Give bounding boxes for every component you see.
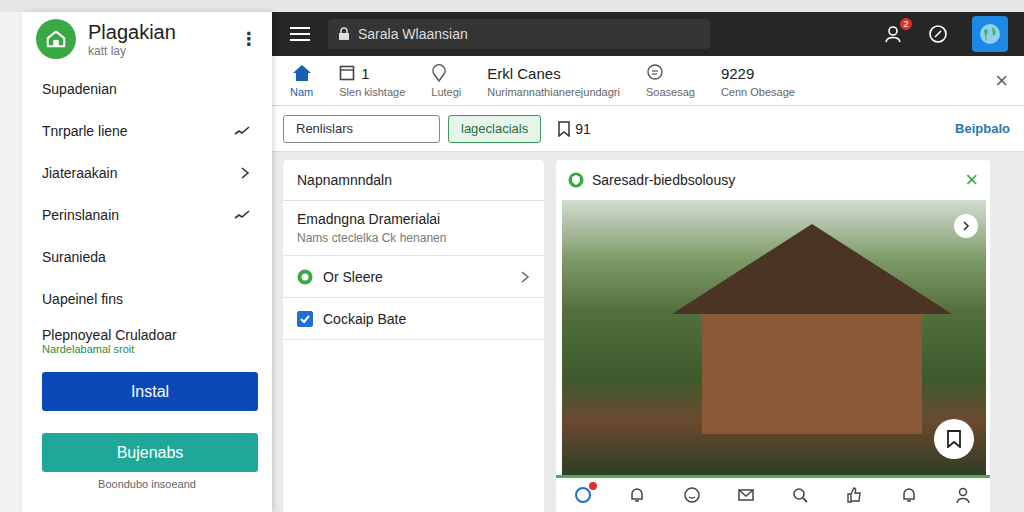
nav-value: 9229 — [721, 65, 754, 82]
search-icon[interactable] — [791, 486, 809, 504]
sidebar-item-label: Supadenian — [42, 81, 117, 97]
sidebar-header: Plagakiankatt lay ⋮ — [22, 12, 272, 64]
pin-icon — [431, 64, 447, 82]
sidebar-menu: Supadenian Tnrparle liene Jiateraakain Peri… — [22, 68, 272, 362]
nav-label: Lutegi — [431, 86, 461, 98]
home-icon — [292, 64, 312, 82]
app-screen: Plagakiankatt lay ⋮ Supadenian Tnrparle lie… — [0, 0, 1024, 512]
save-button[interactable] — [934, 419, 974, 459]
chevron-right-icon — [961, 220, 971, 232]
trend-icon — [234, 209, 250, 221]
mail-icon[interactable] — [737, 486, 755, 504]
top-bar: Sarala Wlaansian 2 — [272, 12, 1024, 56]
nav-item[interactable]: Soasesag — [646, 63, 695, 98]
bell2-icon[interactable] — [900, 486, 918, 504]
green-radio-icon — [297, 269, 313, 285]
nav-item[interactable]: 1 Slen kishtage — [339, 63, 405, 98]
house-logo-icon[interactable] — [36, 19, 76, 59]
sidebar-button[interactable]: Bujenabs — [42, 433, 258, 472]
shield-icon — [568, 172, 584, 188]
chat-icon — [646, 64, 664, 82]
compass-icon[interactable] — [928, 24, 948, 44]
nav-label: Cenn Obesage — [721, 86, 795, 98]
list-row[interactable]: Cockaip Bate — [283, 298, 544, 340]
hamburger-menu-icon[interactable] — [290, 26, 310, 42]
list-row[interactable]: Or Sleere — [283, 256, 544, 298]
sidebar-item-label: Perinslanain — [42, 207, 119, 223]
chevron-right-icon — [240, 166, 250, 180]
bookmark-count[interactable]: 91 — [557, 121, 591, 137]
filter-chip[interactable]: Renlislars — [283, 115, 440, 143]
close-button[interactable]: × — [965, 167, 978, 193]
list-card-title: Napnamnndaln — [283, 160, 544, 201]
sidebar-item-label: Plepnoyeal Cruladoar — [42, 327, 177, 343]
sidebar-button[interactable]: Instal — [42, 372, 258, 411]
notification-badge: 2 — [900, 18, 912, 30]
nav-label: Soasesag — [646, 86, 695, 98]
sidebar-item[interactable]: Tnrparle liene — [42, 110, 250, 152]
nav-item[interactable]: Lutegi — [431, 63, 461, 98]
sidebar-item-label: Tnrparle liene — [42, 123, 128, 139]
avatar-button[interactable] — [972, 16, 1008, 52]
house-icon — [45, 28, 67, 50]
nav-item[interactable]: Nam — [290, 63, 313, 98]
sidebar-item-label: Uapeinel fins — [42, 291, 123, 307]
nav-value: Erkl Canes — [487, 65, 560, 82]
list-row[interactable]: Emadngna DramerialaiNams cteclelka Ck he… — [283, 201, 544, 256]
checkbox[interactable] — [297, 311, 313, 327]
photo-card: Saresadr-biedbsolousy× — [556, 160, 990, 512]
bookmark-icon — [557, 121, 571, 137]
thumb-icon[interactable] — [845, 486, 863, 504]
sidebar-item[interactable]: Uapeinel fins — [42, 278, 250, 320]
nav-label: Nurimannathianerejundagri — [487, 86, 620, 98]
sidebar-item-subtitle: Nardelabamal sroit — [42, 343, 177, 355]
more-menu-icon[interactable]: ⋮ — [240, 28, 258, 50]
sidebar-item[interactable]: Suranieda — [42, 236, 250, 278]
nav-value: 1 — [361, 65, 369, 82]
browser-strip — [0, 0, 1024, 12]
next-button[interactable] — [954, 214, 978, 238]
person-icon[interactable] — [954, 486, 972, 504]
main-area: Sarala Wlaansian 2 Nam 1 Slen kishtage Lutegi… — [272, 12, 1024, 512]
face-icon[interactable] — [683, 486, 701, 504]
sidebar-item[interactable]: Plepnoyeal CruladoarNardelabamal sroit — [42, 320, 250, 362]
trend-icon — [234, 125, 250, 137]
app-title: Plagakian — [88, 21, 176, 44]
house-photo — [562, 200, 986, 475]
header-link[interactable]: Beipbalo — [955, 121, 1010, 136]
nav-label: Slen kishtage — [339, 86, 405, 98]
app-subtitle: katt lay — [88, 44, 176, 58]
nav-label: Nam — [290, 86, 313, 98]
list-card: NapnamnndalnEmadngna DramerialaiNams cte… — [283, 160, 544, 512]
photo-card-header: Saresadr-biedbsolousy× — [556, 160, 990, 200]
globe-icon — [978, 22, 1002, 46]
filter-chip[interactable]: lageclacials — [448, 115, 541, 143]
lock-icon — [338, 27, 350, 41]
search-field[interactable]: Sarala Wlaansian — [328, 19, 710, 49]
sidebar: Plagakiankatt lay ⋮ Supadenian Tnrparle lie… — [22, 12, 272, 512]
badge-dot — [589, 482, 597, 490]
nav-item[interactable]: 9229 Cenn Obesage — [721, 63, 795, 98]
bookmark-icon — [946, 430, 962, 448]
check-icon — [299, 313, 311, 325]
sidebar-item[interactable]: Supadenian — [42, 68, 250, 110]
close-button[interactable]: × — [995, 68, 1008, 94]
circle-icon[interactable] — [574, 486, 592, 504]
square-icon — [339, 65, 355, 81]
sidebar-item-label: Jiateraakain — [42, 165, 118, 181]
bell-icon[interactable] — [628, 486, 646, 504]
bottom-nav — [556, 475, 990, 512]
chevron-right-icon — [520, 270, 530, 284]
sidebar-item[interactable]: Jiateraakain — [42, 152, 250, 194]
filter-bar: Renlislars lageclacials 91 Beipbalo — [272, 106, 1024, 152]
sidebar-footer: Boondubo insoeand — [22, 478, 272, 490]
sidebar-item[interactable]: Perinslanain — [42, 194, 250, 236]
nav-item[interactable]: Erkl Canes Nurimannathianerejundagri — [487, 63, 620, 98]
sidebar-item-label: Suranieda — [42, 249, 106, 265]
nav-bar: Nam 1 Slen kishtage Lutegi Erkl Canes Nuriman… — [272, 56, 1024, 106]
